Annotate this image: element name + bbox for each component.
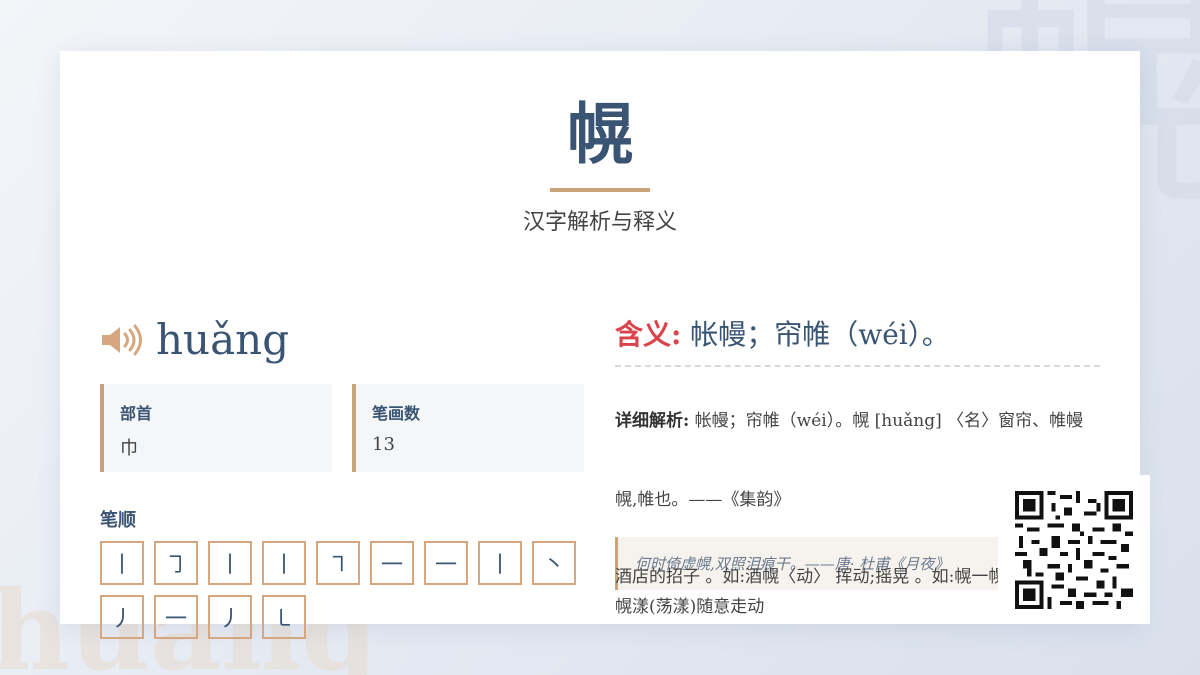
stroke-count-label: 笔画数: [372, 404, 421, 423]
stroke-order-label: 笔顺: [100, 510, 136, 531]
stroke-box: 丶: [532, 541, 576, 585]
stroke-box: ㇆: [154, 541, 198, 585]
stroke-box: ㇄: [262, 595, 306, 639]
stroke-box: ㇕: [316, 541, 360, 585]
title-underline: [550, 188, 650, 192]
meaning-label: 含义:: [615, 318, 682, 351]
radical-value: 巾: [120, 438, 138, 459]
meaning-line: 含义: 帐幔；帘帷（wéi）。: [615, 313, 950, 353]
page-title-character: 幌: [567, 95, 633, 173]
stroke-count-value: 13: [372, 434, 395, 455]
qr-code-panel: [998, 475, 1150, 624]
stroke-box: 丨: [100, 541, 144, 585]
page-subtitle: 汉字解析与释义: [522, 210, 677, 235]
dashed-divider: [615, 365, 1100, 367]
detail-label: 详细解析:: [615, 411, 690, 431]
radical-box: 部首 巾: [100, 384, 332, 472]
detail-text: 帐幔；帘帷（wéi）。幌 [huǎng] 〈名〉窗帘、帷幔: [694, 411, 1084, 431]
detail-paragraph: 详细解析: 帐幔；帘帷（wéi）。幌 [huǎng] 〈名〉窗帘、帷幔: [615, 405, 1085, 437]
source-citation: 幌,帷也。——《集韵》: [615, 490, 791, 510]
radical-label: 部首: [120, 404, 153, 423]
qr-code-icon: [1015, 490, 1133, 609]
meaning-text: 帐幔；帘帷（wéi）。: [690, 318, 950, 351]
stroke-box: 一: [154, 595, 198, 639]
stroke-box: 一: [370, 541, 414, 585]
stroke-box: 丿: [208, 595, 252, 639]
pinyin-text: huǎng: [156, 315, 290, 364]
character-card: 幌 汉字解析与释义 huǎng 部首 巾 笔画数 13 笔顺 丨 ㇆ 丨 丨 ㇕…: [60, 51, 1140, 639]
stroke-box: 丨: [478, 541, 522, 585]
stroke-box: 一: [424, 541, 468, 585]
stroke-order-grid: 丨 ㇆ 丨 丨 ㇕ 一 一 丨 丶 丿 一 丿 ㇄: [100, 541, 590, 639]
stroke-box: 丨: [208, 541, 252, 585]
stroke-box: 丨: [262, 541, 306, 585]
speaker-icon[interactable]: [100, 324, 144, 356]
stroke-box: 丿: [100, 595, 144, 639]
stroke-count-box: 笔画数 13: [352, 384, 584, 472]
pronunciation-row: huǎng: [100, 315, 289, 364]
